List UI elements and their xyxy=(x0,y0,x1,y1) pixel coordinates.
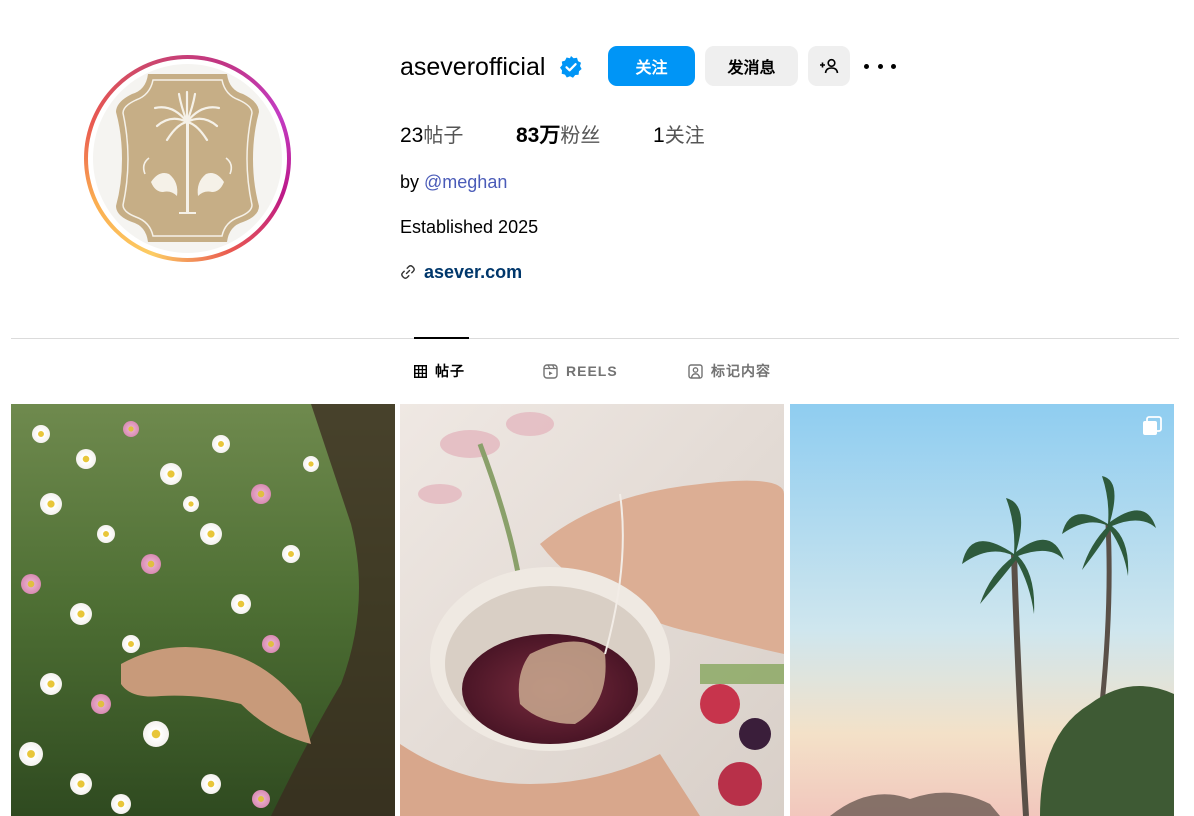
reels-icon xyxy=(543,363,558,379)
following-count: 1 xyxy=(653,124,665,147)
mention-link[interactable]: @meghan xyxy=(424,172,507,192)
posts-label: 帖子 xyxy=(423,123,464,147)
posts-count: 23 xyxy=(400,124,424,147)
bio-tagline: Established 2025 xyxy=(400,217,539,237)
bio-byline: by @meghan xyxy=(400,170,507,194)
following-label: 关注 xyxy=(664,123,705,147)
grid-icon xyxy=(414,364,427,378)
avatar-border xyxy=(88,59,287,258)
story-ring[interactable] xyxy=(84,55,291,262)
post-tile-wildflowers[interactable] xyxy=(11,404,395,816)
tab-reels[interactable]: REELS xyxy=(543,360,618,382)
more-options-icon[interactable] xyxy=(864,54,896,78)
add-user-button[interactable] xyxy=(808,46,850,86)
verified-badge-icon xyxy=(560,56,582,78)
person-add-icon xyxy=(820,58,839,74)
following-stat[interactable]: 1关注 xyxy=(653,121,705,150)
post-tile-palms[interactable] xyxy=(790,404,1174,816)
message-button[interactable]: 发消息 xyxy=(705,46,798,86)
post-image xyxy=(11,404,395,816)
website-link[interactable]: asever.com xyxy=(424,262,522,283)
posts-stat[interactable]: 23帖子 xyxy=(400,121,463,150)
bio-by-prefix: by xyxy=(400,172,425,192)
carousel-icon xyxy=(1143,416,1162,435)
palm-tree-crest-logo xyxy=(116,74,259,242)
tab-reels-label: REELS xyxy=(566,363,618,379)
avatar[interactable] xyxy=(93,64,282,253)
post-image xyxy=(400,404,784,816)
follow-button[interactable]: 关注 xyxy=(608,46,695,86)
active-tab-indicator xyxy=(414,337,469,339)
followers-stat[interactable]: 83万粉丝 xyxy=(516,121,600,150)
followers-count: 83万 xyxy=(516,124,561,147)
tab-posts-label: 帖子 xyxy=(435,364,465,380)
followers-label: 粉丝 xyxy=(560,123,601,147)
tabs-divider xyxy=(11,338,1179,339)
profile-page: aseverofficial 关注 发消息 23帖子 83万粉丝 1关注 by … xyxy=(0,0,1194,816)
post-tile-tea[interactable] xyxy=(400,404,784,816)
username: aseverofficial xyxy=(400,53,546,81)
website-row[interactable]: asever.com xyxy=(400,260,522,284)
tab-tagged[interactable]: 标记内容 xyxy=(688,360,771,382)
tagged-icon xyxy=(688,363,703,379)
tab-posts[interactable]: 帖子 xyxy=(414,360,465,382)
tab-tagged-label: 标记内容 xyxy=(711,364,771,380)
link-icon xyxy=(401,265,415,279)
post-image xyxy=(790,404,1174,816)
